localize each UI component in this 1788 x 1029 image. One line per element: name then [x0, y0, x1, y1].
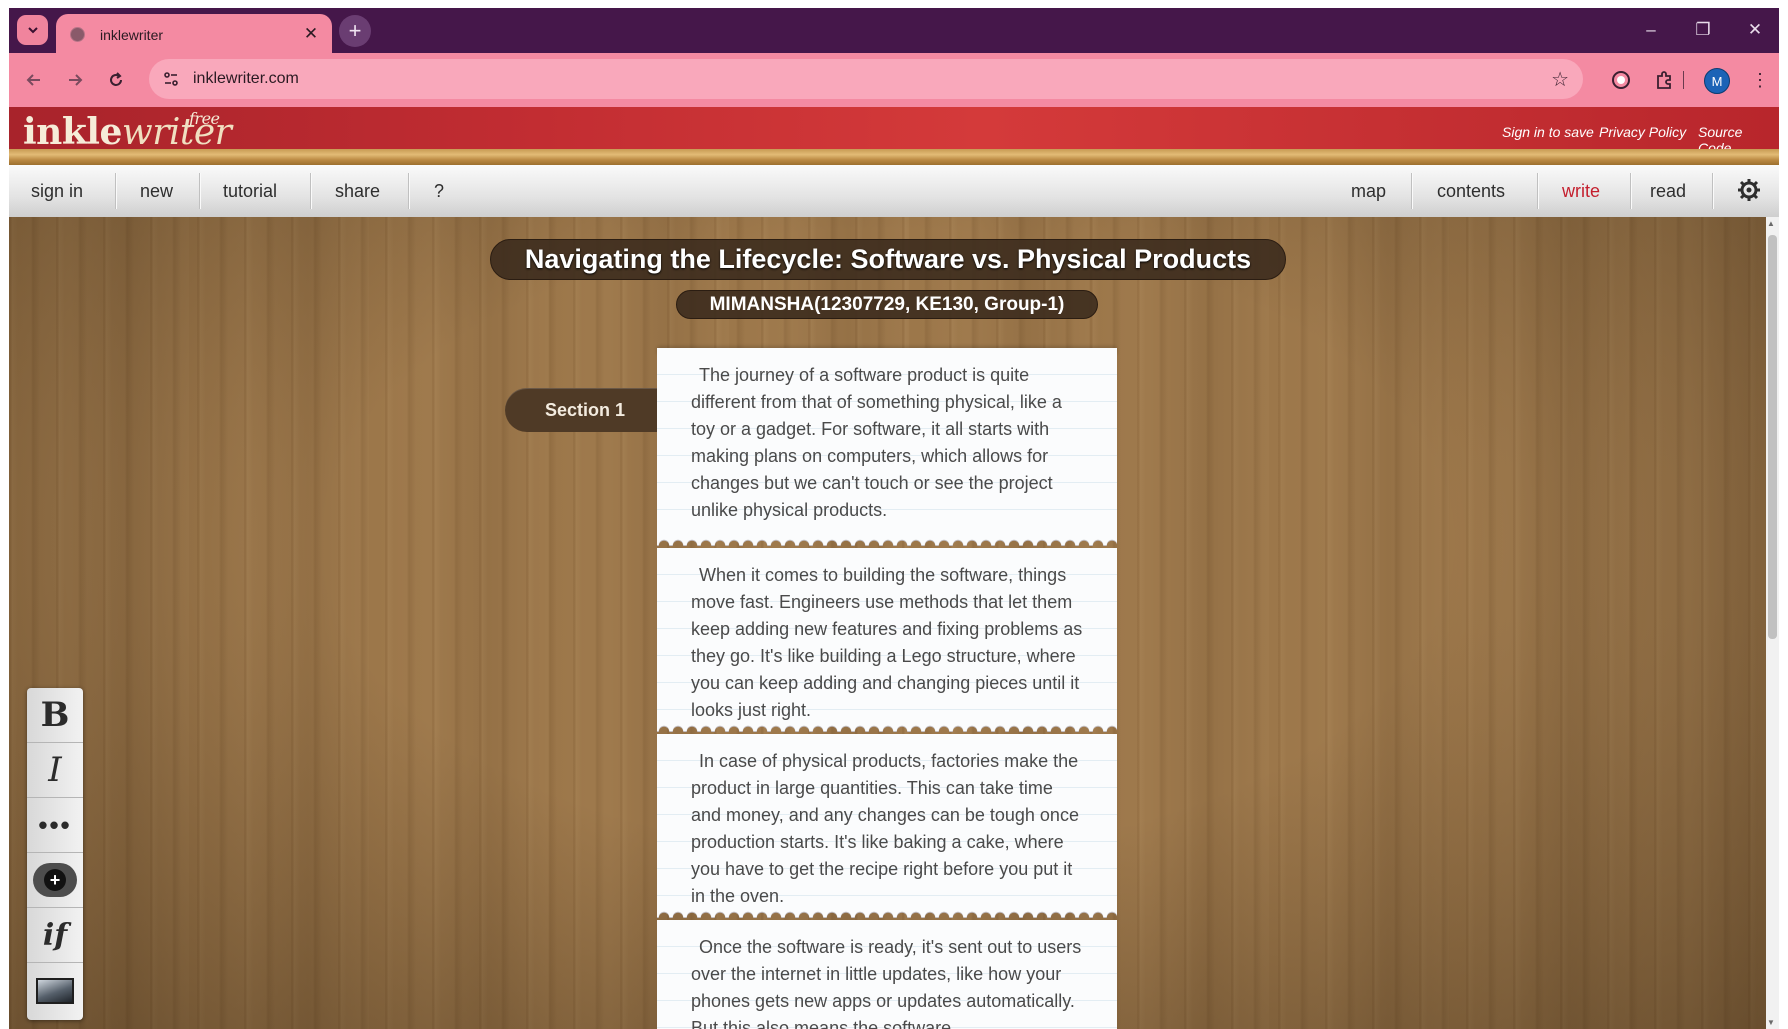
- paragraph-text: The journey of a software product is qui…: [691, 365, 1062, 520]
- menu-divider: [1712, 173, 1713, 209]
- menu-divider: [1411, 173, 1412, 209]
- sign-in-to-save-link[interactable]: Sign in to save: [1502, 124, 1594, 140]
- header-wood-strip: [9, 149, 1779, 165]
- bold-button[interactable]: B: [27, 688, 83, 743]
- menu-divider: [310, 173, 311, 209]
- more-options-button[interactable]: •••: [27, 798, 83, 853]
- tab-strip: inklewriter ✕ + – ❐ ✕: [9, 8, 1779, 54]
- arrow-left-icon: [26, 74, 40, 86]
- menu-read[interactable]: read: [1650, 181, 1686, 202]
- url-text: inklewriter.com: [193, 70, 299, 87]
- menu-divider: [408, 173, 409, 209]
- story-title[interactable]: Navigating the Lifecycle: Software vs. P…: [490, 239, 1286, 280]
- inklewriter-logo[interactable]: inklewriter free: [23, 109, 232, 153]
- paragraph-tear: [657, 906, 1117, 917]
- paragraph-text: In case of physical products, factories …: [691, 751, 1079, 906]
- menu-write[interactable]: write: [1562, 181, 1600, 202]
- close-window-button[interactable]: ✕: [1733, 16, 1777, 44]
- bookmark-star-icon[interactable]: ☆: [1551, 67, 1569, 92]
- italic-icon: I: [48, 750, 62, 790]
- browser-toolbar: inklewriter.com ☆ M ⋮: [9, 53, 1779, 107]
- plus-icon: +: [44, 869, 66, 891]
- site-info-icon[interactable]: [161, 69, 181, 89]
- reload-icon: [110, 72, 122, 86]
- menu-help[interactable]: ?: [434, 181, 444, 202]
- browser-tab[interactable]: inklewriter ✕: [56, 14, 332, 54]
- scroll-down-arrow-icon[interactable]: ▼: [1767, 1018, 1775, 1027]
- chevron-down-icon: [27, 27, 38, 34]
- tab-search-button[interactable]: [17, 15, 48, 45]
- menu-map[interactable]: map: [1351, 181, 1386, 202]
- paragraph-tear: [657, 534, 1117, 545]
- back-button[interactable]: [19, 65, 49, 95]
- menu-divider: [199, 173, 200, 209]
- paragraph-4[interactable]: Once the software is ready, it's sent ou…: [657, 920, 1117, 1029]
- ellipsis-icon: •••: [38, 809, 72, 840]
- menu-divider: [115, 173, 116, 209]
- tab-close-icon[interactable]: ✕: [300, 23, 322, 45]
- add-option-ring: +: [33, 863, 77, 897]
- paragraph-tear: [657, 720, 1117, 731]
- browser-window: inklewriter ✕ + – ❐ ✕ inklewriter.com ☆: [9, 8, 1779, 1029]
- logo-free: free: [189, 109, 220, 128]
- menu-contents[interactable]: contents: [1437, 181, 1505, 202]
- bold-icon: B: [40, 695, 70, 735]
- menu-divider: [1537, 173, 1538, 209]
- app-menubar: sign in new tutorial share ? map content…: [9, 165, 1779, 218]
- insert-image-button[interactable]: [27, 963, 83, 1018]
- logo-inkle: inkle: [23, 111, 122, 153]
- paragraph-text: Once the software is ready, it's sent ou…: [691, 937, 1082, 1029]
- format-toolbar: B I ••• + if: [27, 688, 83, 1020]
- forward-button[interactable]: [60, 65, 90, 95]
- if-icon: if: [42, 917, 68, 953]
- image-icon: [36, 977, 74, 1004]
- site-favicon-icon: [70, 27, 85, 42]
- add-option-button[interactable]: +: [27, 853, 83, 908]
- paragraph-3[interactable]: In case of physical products, factories …: [657, 734, 1117, 906]
- menu-tutorial[interactable]: tutorial: [223, 181, 277, 202]
- menu-sign-in[interactable]: sign in: [31, 181, 83, 202]
- scroll-up-arrow-icon[interactable]: ▲: [1767, 219, 1775, 228]
- address-bar[interactable]: inklewriter.com ☆: [149, 59, 1583, 99]
- new-tab-button[interactable]: +: [339, 15, 371, 47]
- story-canvas: Navigating the Lifecycle: Software vs. P…: [9, 217, 1766, 1029]
- menu-new[interactable]: new: [140, 181, 173, 202]
- story-paper: The journey of a software product is qui…: [657, 348, 1117, 1029]
- paragraph-2[interactable]: When it comes to building the software, …: [657, 548, 1117, 720]
- restore-button[interactable]: ❐: [1681, 16, 1725, 44]
- privacy-policy-link[interactable]: Privacy Policy: [1599, 124, 1686, 140]
- condition-button[interactable]: if: [27, 908, 83, 963]
- italic-button[interactable]: I: [27, 743, 83, 798]
- section-label[interactable]: Section 1: [505, 388, 673, 432]
- reload-button[interactable]: [101, 65, 131, 95]
- menu-divider: [1630, 173, 1631, 209]
- gear-icon[interactable]: [1736, 177, 1762, 208]
- paragraph-text: When it comes to building the software, …: [691, 565, 1083, 720]
- kebab-menu-icon[interactable]: ⋮: [1747, 67, 1773, 93]
- page-scrollbar[interactable]: ▲ ▼: [1766, 217, 1779, 1029]
- profile-avatar[interactable]: M: [1704, 68, 1730, 94]
- minimize-button[interactable]: –: [1629, 16, 1673, 44]
- menu-share[interactable]: share: [335, 181, 380, 202]
- paragraph-1[interactable]: The journey of a software product is qui…: [657, 348, 1117, 534]
- extension-circle-icon[interactable]: [1608, 67, 1634, 93]
- tab-title: inklewriter: [100, 27, 164, 43]
- toolbar-divider: [1681, 67, 1685, 93]
- scrollbar-thumb[interactable]: [1768, 235, 1777, 639]
- story-author[interactable]: MIMANSHA(12307729, KE130, Group-1): [676, 290, 1098, 319]
- arrow-right-icon: [69, 74, 83, 86]
- extensions-puzzle-icon[interactable]: [1651, 67, 1677, 93]
